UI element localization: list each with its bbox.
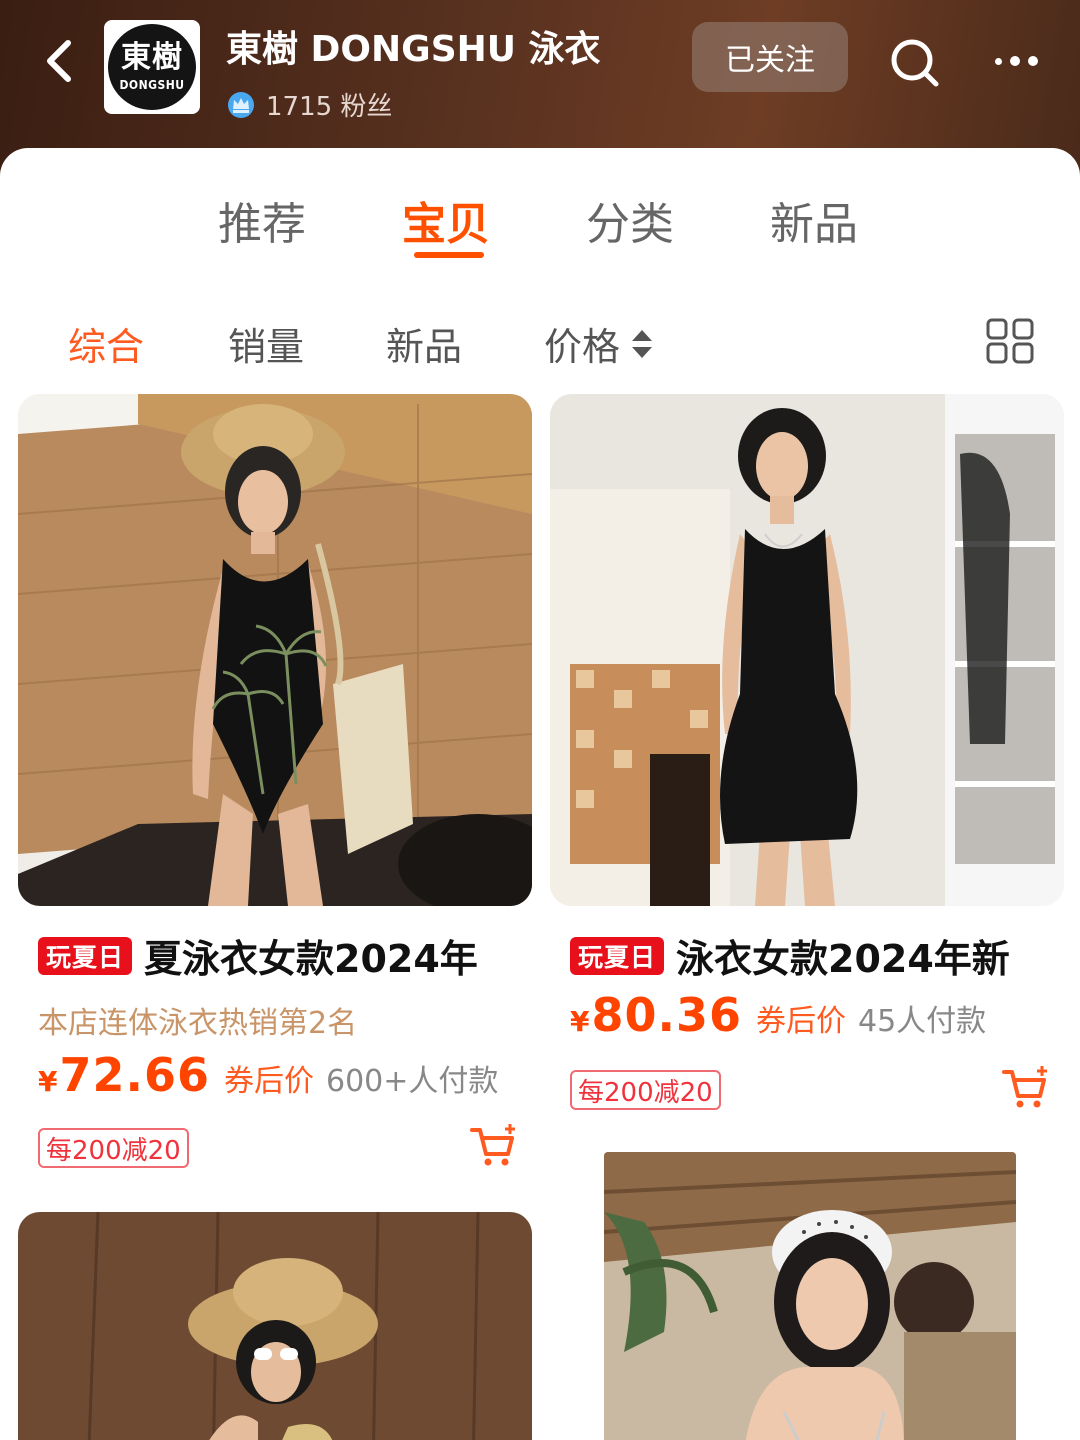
product-image-4[interactable]: [604, 1152, 1016, 1440]
tab-items[interactable]: 宝贝: [402, 188, 490, 252]
promo-tag: 玩夏日: [570, 936, 665, 975]
product-title-2[interactable]: 玩夏日 泳衣女款2024年新: [570, 928, 1010, 983]
sort-price[interactable]: 价格: [544, 316, 654, 371]
price-row-1: ¥ 72.66 券后价 600+人付款: [38, 1048, 498, 1102]
logo-text-cjk: 東樹: [121, 40, 183, 75]
product-price: 80.36: [591, 988, 742, 1042]
sort-bar: 综合 销量 新品 价格: [0, 316, 1080, 369]
shop-header: 東樹 DONGSHU 東樹 DONGSHU 泳衣 1715 粉丝 已关注: [0, 0, 1080, 170]
price-label: 券后价: [224, 1064, 314, 1099]
sort-price-label: 价格: [544, 325, 621, 369]
shop-logo-mark: 東樹 DONGSHU: [108, 24, 196, 110]
sales-count: 600+人付款: [326, 1064, 499, 1099]
tab-recommend[interactable]: 推荐: [218, 188, 306, 252]
currency-symbol: ¥: [38, 1065, 58, 1098]
product-price: 72.66: [59, 1048, 210, 1102]
sort-new[interactable]: 新品: [386, 316, 462, 371]
price-label: 券后价: [756, 1004, 846, 1039]
sort-arrows-icon: [632, 329, 653, 358]
sort-overall[interactable]: 综合: [68, 316, 144, 371]
back-button[interactable]: [34, 36, 84, 86]
follow-button[interactable]: 已关注: [692, 22, 848, 92]
product-image-3[interactable]: [18, 1212, 532, 1440]
tab-category[interactable]: 分类: [586, 188, 674, 252]
promo-tag: 玩夏日: [38, 936, 133, 975]
product-rank: 本店连体泳衣热销第2名: [38, 1006, 358, 1041]
cart-add-icon[interactable]: [1000, 1062, 1052, 1112]
product-title-1[interactable]: 玩夏日 夏泳衣女款2024年: [38, 928, 478, 983]
product-image-1[interactable]: [18, 394, 532, 906]
currency-symbol: ¥: [570, 1005, 590, 1038]
tab-new[interactable]: 新品: [770, 188, 858, 252]
cart-add-icon[interactable]: [468, 1120, 520, 1170]
active-tab-indicator: [414, 252, 484, 258]
shop-tabs: 推荐 宝贝 分类 新品: [0, 188, 1080, 268]
logo-text-latin: DONGSHU: [119, 78, 185, 92]
crown-icon: [228, 91, 254, 118]
price-row-2: ¥ 80.36 券后价 45人付款: [570, 988, 986, 1042]
shop-content: 推荐 宝贝 分类 新品 综合 销量 新品 价格 玩夏日 夏泳衣女款2024年 本…: [0, 148, 1080, 1440]
shop-name[interactable]: 東樹 DONGSHU 泳衣: [226, 20, 601, 72]
sort-sales[interactable]: 销量: [228, 316, 304, 371]
search-icon[interactable]: [884, 32, 944, 92]
fans-count: 1715 粉丝: [266, 92, 393, 122]
more-dot: [994, 57, 1002, 65]
coupon-badge: 每200减20: [570, 1070, 721, 1110]
more-icon[interactable]: [986, 38, 1046, 84]
back-chevron-icon: [47, 40, 71, 82]
fans-count-row: 1715 粉丝: [226, 86, 392, 123]
coupon-badge: 每200减20: [38, 1128, 189, 1168]
sales-count: 45人付款: [858, 1004, 987, 1039]
product-image-2[interactable]: [550, 394, 1064, 906]
more-dot: [1009, 56, 1020, 66]
more-dot: [1027, 56, 1038, 66]
product-title-text: 泳衣女款2024年新: [676, 937, 1010, 981]
shop-logo[interactable]: 東樹 DONGSHU: [104, 20, 200, 114]
grid-view-icon[interactable]: [984, 316, 1036, 366]
product-title-text: 夏泳衣女款2024年: [144, 937, 478, 981]
